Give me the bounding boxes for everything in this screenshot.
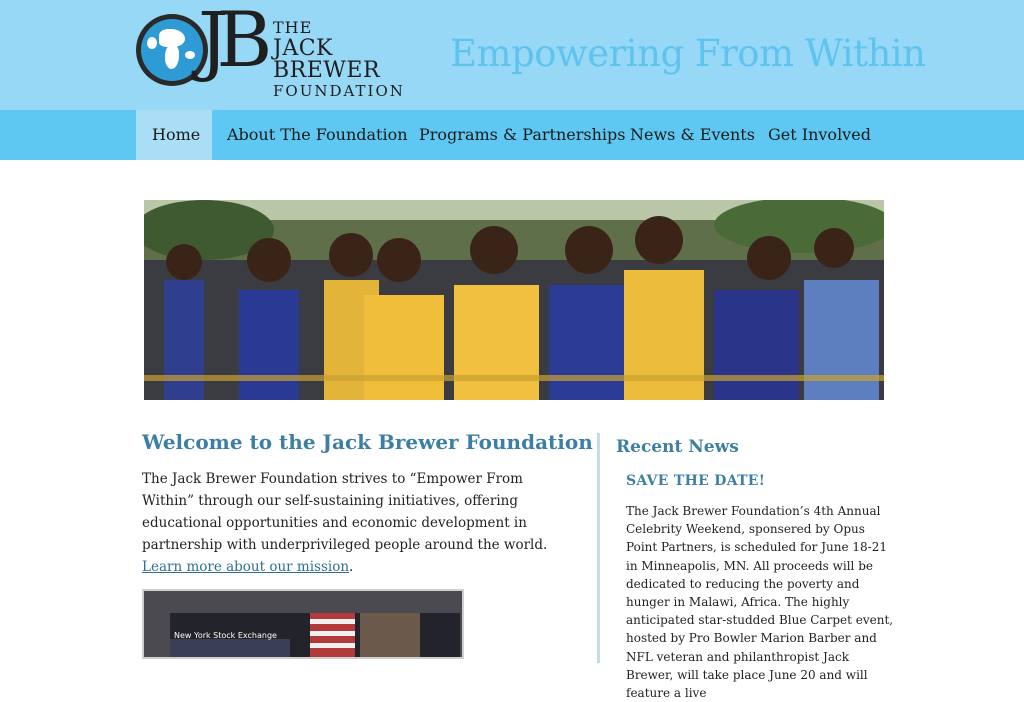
nav-item-home[interactable]: Home bbox=[136, 110, 212, 160]
nav-item-get-involved[interactable]: Get Involved bbox=[752, 110, 887, 160]
foundation-logo[interactable]: JB THE JACK BREWER FOUNDATION bbox=[136, 2, 426, 99]
news-headline[interactable]: SAVE THE DATE! bbox=[626, 473, 765, 489]
main-nav: Home About The Foundation Programs & Par… bbox=[0, 110, 1024, 160]
video-caption: New York Stock Exchange bbox=[174, 631, 277, 640]
nav-item-news[interactable]: News & Events bbox=[614, 110, 771, 160]
welcome-body: The Jack Brewer Foundation strives to “E… bbox=[142, 471, 548, 553]
nav-item-about[interactable]: About The Foundation bbox=[211, 110, 424, 160]
hero-image bbox=[144, 200, 884, 400]
mission-link[interactable]: Learn more about our mission bbox=[142, 559, 349, 575]
logo-line-name: JACK BREWER bbox=[273, 36, 381, 83]
logo-wordmark: THE JACK BREWER FOUNDATION bbox=[273, 20, 426, 99]
video-player[interactable]: New York Stock Exchange bbox=[142, 589, 464, 659]
nav-item-programs[interactable]: Programs & Partnerships bbox=[403, 110, 641, 160]
site-tagline: Empowering From Within bbox=[450, 32, 926, 75]
news-body: The Jack Brewer Foundation’s 4th Annual … bbox=[626, 504, 894, 701]
column-divider bbox=[597, 433, 600, 663]
site-header: JB THE JACK BREWER FOUNDATION Empowering… bbox=[0, 0, 1024, 110]
welcome-period: . bbox=[349, 559, 354, 575]
welcome-paragraph: The Jack Brewer Foundation strives to “E… bbox=[142, 468, 562, 578]
logo-monogram: JB bbox=[198, 0, 272, 84]
recent-news-heading: Recent News bbox=[616, 437, 739, 457]
logo-line-the: THE bbox=[273, 18, 313, 37]
logo-line-foundation: FOUNDATION bbox=[273, 82, 405, 100]
welcome-heading: Welcome to the Jack Brewer Foundation bbox=[142, 430, 593, 454]
